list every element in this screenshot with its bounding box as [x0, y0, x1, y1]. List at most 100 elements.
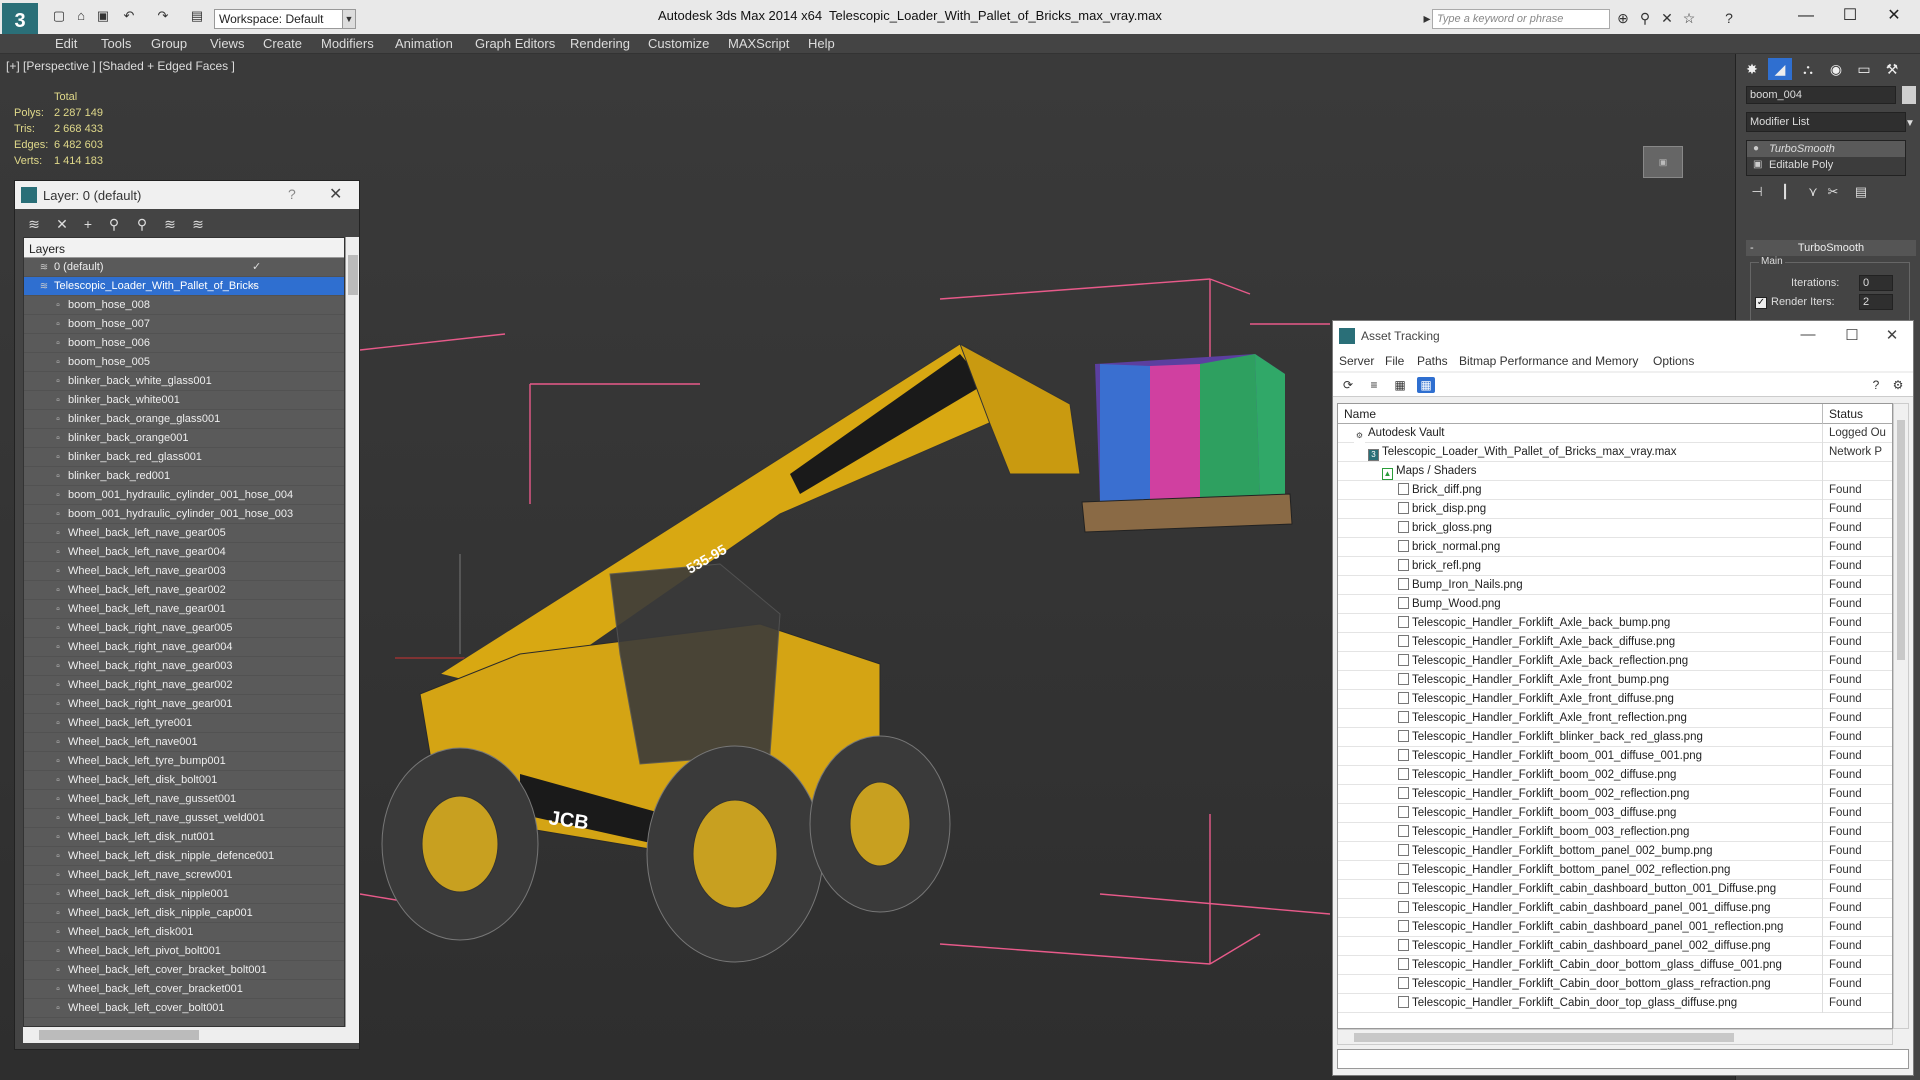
asset-row[interactable]: Brick_diff.png Found [1338, 481, 1892, 500]
asset-row[interactable]: Telescopic_Handler_Forklift_blinker_back… [1338, 728, 1892, 747]
select-objects-icon[interactable]: ⚲ [105, 215, 123, 233]
modify-tab-icon[interactable]: ◢ [1768, 58, 1792, 80]
layer-row[interactable]: ≋ 0 (default) ✓ [24, 258, 344, 277]
render-iters-spinner[interactable]: 2 [1859, 294, 1893, 310]
asset-row[interactable]: 3 Telescopic_Loader_With_Pallet_of_Bricks… [1338, 443, 1892, 462]
new-file-icon[interactable]: ▢ [50, 8, 68, 24]
object-row[interactable]: ▫ boom_hose_006 [24, 334, 344, 353]
vertical-scrollbar[interactable] [1893, 403, 1909, 1029]
communication-icon[interactable]: ✕ [1658, 9, 1676, 27]
menu-paths[interactable]: Paths [1417, 354, 1448, 368]
layer-list-header[interactable]: Layers [24, 238, 344, 258]
asset-row[interactable]: Telescopic_Handler_Forklift_cabin_dashbo… [1338, 937, 1892, 956]
redo-icon[interactable]: ↷ [154, 8, 172, 24]
asset-row[interactable]: brick_disp.png Found [1338, 500, 1892, 519]
asset-row[interactable]: Telescopic_Handler_Forklift_boom_003_ref… [1338, 823, 1892, 842]
object-row[interactable]: ▫ Wheel_back_left_disk_nipple_defence001 [24, 847, 344, 866]
viewcube[interactable]: ▣ [1643, 146, 1683, 178]
subscription-icon[interactable]: ⚲ [1636, 9, 1654, 27]
object-row[interactable]: ▫ Wheel_back_left_nave_gusset001 [24, 790, 344, 809]
asset-row[interactable]: brick_normal.png Found [1338, 538, 1892, 557]
menu-options[interactable]: Options [1653, 354, 1694, 368]
object-row[interactable]: ▫ Wheel_back_left_nave_gusset_weld001 [24, 809, 344, 828]
freeze-all-icon[interactable]: ≋ [189, 215, 207, 233]
new-layer-icon[interactable]: ≋ [25, 215, 43, 233]
help-icon[interactable]: ? [1720, 9, 1738, 27]
object-row[interactable]: ▫ blinker_back_red_glass001 [24, 448, 344, 467]
undo-icon[interactable]: ↶ [120, 8, 138, 24]
asset-row[interactable]: ⚙ Autodesk Vault Logged Ou [1338, 424, 1892, 443]
pin-stack-icon[interactable]: ⊣ [1748, 184, 1766, 200]
object-row[interactable]: ▫ Wheel_back_left_disk001 [24, 923, 344, 942]
asset-row[interactable]: brick_refl.png Found [1338, 557, 1892, 576]
show-end-result-icon[interactable]: ┃ [1776, 184, 1794, 200]
object-row[interactable]: ▫ Wheel_back_left_disk_bolt001 [24, 771, 344, 790]
asset-dialog-titlebar[interactable]: Asset Tracking — ☐ ✕ [1333, 321, 1913, 351]
layer-list[interactable]: Layers ≋ 0 (default) ✓ ≋ Telescopic_Loader_W… [23, 237, 345, 1027]
object-row[interactable]: ▫ Wheel_back_left_cover_bolt001 [24, 999, 344, 1018]
maximize-icon[interactable]: ☐ [1830, 4, 1870, 28]
object-row[interactable]: ▫ Wheel_back_left_disk_nipple_cap001 [24, 904, 344, 923]
expand-icon[interactable]: ▣ [1753, 157, 1762, 173]
viewport-label[interactable]: [+] [Perspective ] [Shaded + Edged Faces… [6, 59, 235, 73]
column-status[interactable]: Status [1829, 407, 1863, 421]
asset-row[interactable]: Telescopic_Handler_Forklift_boom_002_ref… [1338, 785, 1892, 804]
asset-row[interactable]: Telescopic_Handler_Forklift_Axle_front_r… [1338, 709, 1892, 728]
current-layer-checkmark-icon[interactable]: ✓ [252, 258, 261, 277]
object-row[interactable]: ▫ boom_hose_007 [24, 315, 344, 334]
object-row[interactable]: ▫ boom_hose_008 [24, 296, 344, 315]
asset-row[interactable]: Telescopic_Handler_Forklift_Axle_back_di… [1338, 633, 1892, 652]
menu-create[interactable]: Create [263, 36, 302, 51]
utilities-tab-icon[interactable]: ⚒ [1880, 58, 1904, 80]
motion-tab-icon[interactable]: ◉ [1824, 58, 1848, 80]
asset-row[interactable]: brick_gloss.png Found [1338, 519, 1892, 538]
scroll-thumb[interactable] [39, 1030, 199, 1040]
favorites-star-icon[interactable]: ☆ [1680, 9, 1698, 27]
delete-layer-icon[interactable]: ✕ [53, 215, 71, 233]
object-row[interactable]: ▫ Wheel_back_right_nave_gear003 [24, 657, 344, 676]
make-unique-icon[interactable]: ⋎ [1804, 184, 1822, 200]
menu-bitmap-performance[interactable]: Bitmap Performance and Memory [1459, 354, 1638, 368]
object-row[interactable]: ▫ Wheel_back_left_disk_nut001 [24, 828, 344, 847]
add-to-layer-icon[interactable]: + [79, 215, 97, 233]
menu-file[interactable]: File [1385, 354, 1404, 368]
object-row[interactable]: ▫ blinker_back_orange_glass001 [24, 410, 344, 429]
close-icon[interactable]: ✕ [1874, 4, 1914, 28]
menu-group[interactable]: Group [151, 36, 187, 51]
iterations-spinner[interactable]: 0 [1859, 275, 1893, 291]
create-tab-icon[interactable]: ✸ [1740, 58, 1764, 80]
modifier-stack-item[interactable]: ▣ Editable Poly [1747, 157, 1905, 173]
hierarchy-tab-icon[interactable]: ⛬ [1796, 58, 1820, 80]
menu-rendering[interactable]: Rendering [570, 36, 630, 51]
scroll-thumb[interactable] [1354, 1033, 1734, 1042]
asset-row[interactable]: Telescopic_Handler_Forklift_Cabin_door_b… [1338, 956, 1892, 975]
asset-row[interactable]: Telescopic_Handler_Forklift_boom_003_dif… [1338, 804, 1892, 823]
make-current-icon[interactable]: ▫ [252, 277, 256, 296]
project-folder-icon[interactable]: ▤ [188, 8, 206, 24]
horizontal-scrollbar[interactable] [1337, 1029, 1893, 1045]
asset-row[interactable]: Telescopic_Handler_Forklift_bottom_panel… [1338, 842, 1892, 861]
object-row[interactable]: ▫ boom_001_hydraulic_cylinder_001_hose_00… [24, 505, 344, 524]
object-row[interactable]: ▫ Wheel_back_left_nave_gear002 [24, 581, 344, 600]
configure-sets-icon[interactable]: ▤ [1852, 184, 1870, 200]
column-divider[interactable] [1822, 404, 1823, 424]
modifier-stack-item[interactable]: ● TurboSmooth [1747, 141, 1905, 157]
help-icon[interactable]: ? [1867, 377, 1885, 393]
save-file-icon[interactable]: ▣ [94, 8, 112, 24]
menu-views[interactable]: Views [210, 36, 244, 51]
refresh-icon[interactable]: ⟳ [1339, 377, 1357, 393]
object-row[interactable]: ▫ Wheel_back_left_nave_screw001 [24, 866, 344, 885]
menu-help[interactable]: Help [808, 36, 835, 51]
menu-customize[interactable]: Customize [648, 36, 709, 51]
asset-row[interactable]: Telescopic_Handler_Forklift_bottom_panel… [1338, 861, 1892, 880]
horizontal-scrollbar[interactable] [23, 1027, 359, 1043]
help-icon[interactable]: ? [288, 186, 296, 202]
asset-row[interactable]: Telescopic_Handler_Forklift_boom_001_dif… [1338, 747, 1892, 766]
search-input[interactable]: Type a keyword or phrase [1432, 9, 1610, 29]
asset-row[interactable]: Bump_Iron_Nails.png Found [1338, 576, 1892, 595]
remove-modifier-icon[interactable]: ✂ [1824, 184, 1842, 200]
asset-row[interactable]: Telescopic_Handler_Forklift_Cabin_door_b… [1338, 975, 1892, 994]
menu-edit[interactable]: Edit [55, 36, 77, 51]
close-icon[interactable]: ✕ [329, 184, 342, 204]
workspace-dropdown[interactable]: Workspace: Default [214, 9, 344, 29]
